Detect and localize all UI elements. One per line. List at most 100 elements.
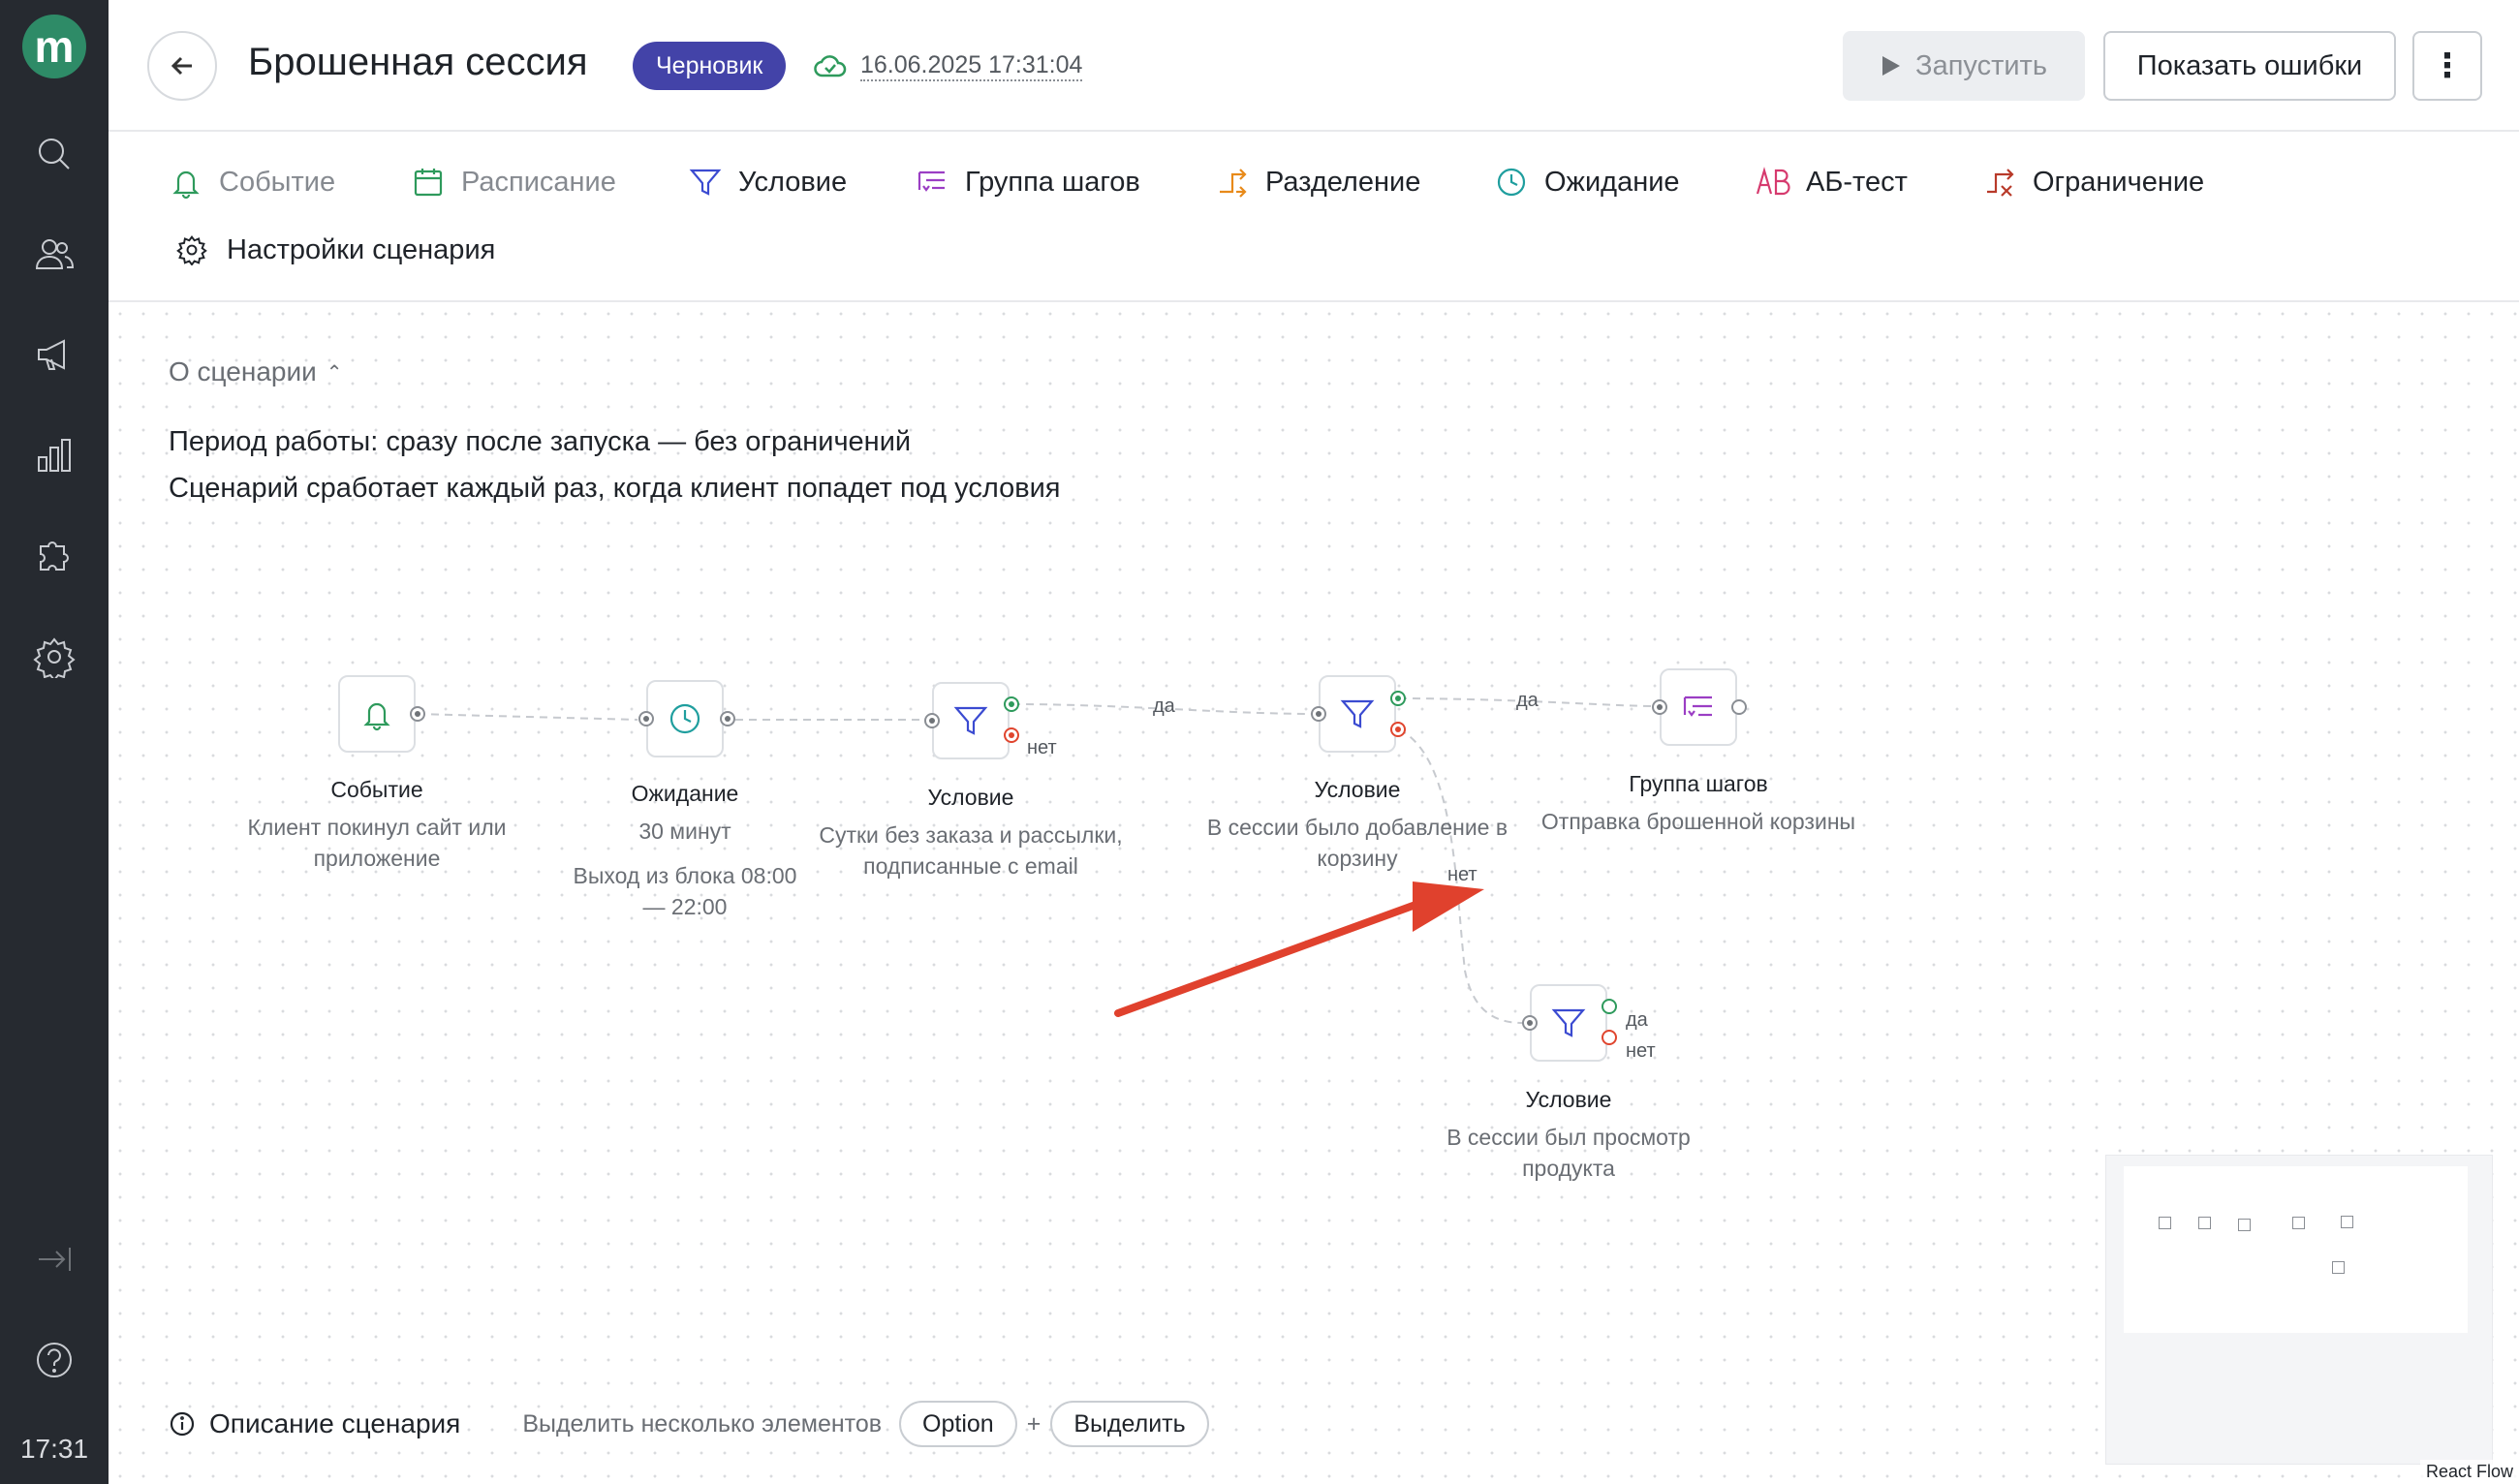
filter-icon <box>689 169 722 196</box>
node-condition-1-no-handle[interactable] <box>1004 727 1019 743</box>
show-errors-button[interactable]: Показать ошибки <box>2103 31 2396 101</box>
tool-schedule-label: Расписание <box>461 166 616 198</box>
filter-icon <box>1340 699 1375 728</box>
minimap-node <box>2341 1216 2353 1228</box>
node-condition-3-yes-label: да <box>1626 1009 1648 1031</box>
tool-event[interactable]: Событие <box>169 161 335 203</box>
run-button-label: Запустить <box>1915 49 2047 81</box>
header: Брошенная сессия Черновик 16.06.2025 17:… <box>109 0 2519 132</box>
tool-ab-test-label: АБ-тест <box>1806 166 1908 198</box>
more-menu-button[interactable]: ⋮ <box>2412 31 2482 101</box>
megaphone-icon[interactable] <box>29 329 79 380</box>
node-condition-3-title: Условие <box>1525 1087 1612 1112</box>
node-step-group-title: Группа шагов <box>1629 771 1768 796</box>
minimap-node <box>2332 1261 2345 1274</box>
minimap-viewport[interactable] <box>2124 1166 2468 1333</box>
back-button[interactable] <box>147 31 217 101</box>
node-condition-1-yes-handle[interactable] <box>1004 696 1019 712</box>
node-condition-3-input-handle[interactable] <box>1522 1015 1538 1031</box>
integrations-icon[interactable] <box>29 531 79 581</box>
search-icon[interactable] <box>29 129 79 179</box>
play-icon <box>1882 56 1901 76</box>
clock-icon <box>1497 168 1526 197</box>
node-wait[interactable] <box>646 680 724 757</box>
tool-split-label: Разделение <box>1265 166 1421 198</box>
minimap-node <box>2198 1217 2211 1229</box>
node-condition-2-yes-handle[interactable] <box>1390 691 1406 706</box>
node-wait-input-handle[interactable] <box>638 711 654 727</box>
collapse-icon[interactable] <box>29 1234 79 1284</box>
node-condition-2-title: Условие <box>1314 777 1401 802</box>
flow-canvas[interactable]: О сценарии ⌃ Период работы: сразу после … <box>109 302 2519 1484</box>
tool-ab-test[interactable]: АБ-тест <box>1756 161 1908 203</box>
scenario-description-label: Описание сценария <box>209 1408 461 1438</box>
node-condition-1[interactable] <box>932 682 1010 759</box>
tool-condition[interactable]: Условие <box>688 161 847 203</box>
node-condition-2-description: В сессии было добавление в корзину <box>1206 815 1508 871</box>
tool-wait[interactable]: Ожидание <box>1494 161 1680 203</box>
node-condition-2-no-handle[interactable] <box>1390 722 1406 737</box>
edge-event-wait <box>417 713 638 721</box>
option-key: Option <box>899 1401 1017 1447</box>
bottom-bar: Описание сценария Выделить несколько эле… <box>169 1401 1209 1447</box>
node-condition-3[interactable] <box>1530 984 1607 1062</box>
node-wait-title: Ожидание <box>631 781 739 806</box>
tool-split[interactable]: Разделение <box>1215 161 1420 203</box>
step-group-icon <box>1683 696 1712 717</box>
edge-yes-label-1: да <box>1153 696 1175 717</box>
saved-timestamp[interactable]: 16.06.2025 17:31:04 <box>860 50 1083 81</box>
key-plus: + <box>1026 1409 1042 1438</box>
help-icon[interactable] <box>29 1335 79 1385</box>
analytics-icon[interactable] <box>29 430 79 480</box>
node-event-description: Клиент покинул сайт или приложение <box>247 815 507 871</box>
node-condition-3-no-handle[interactable] <box>1602 1030 1617 1045</box>
scenario-settings[interactable]: Настройки сценария <box>176 229 495 271</box>
tool-limit[interactable]: Ограничение <box>1982 161 2204 203</box>
node-event-title: Событие <box>330 777 423 802</box>
run-button[interactable]: Запустить <box>1843 31 2085 101</box>
node-step-group-input-handle[interactable] <box>1652 699 1667 715</box>
node-condition-3-yes-handle[interactable] <box>1602 999 1617 1014</box>
clock-time: 17:31 <box>19 1434 89 1464</box>
limit-icon <box>1987 169 2014 197</box>
info-icon <box>170 1411 195 1437</box>
node-wait-description: 30 минут <box>638 819 731 844</box>
edge-yes-label-2: да <box>1516 690 1539 711</box>
tool-wait-label: Ожидание <box>1544 166 1680 198</box>
react-flow-attribution[interactable]: React Flow <box>2419 1460 2519 1484</box>
node-step-group-output-handle[interactable] <box>1731 699 1747 715</box>
scenario-settings-label: Настройки сценария <box>227 233 496 265</box>
page-title: Брошенная сессия <box>248 41 588 83</box>
scenario-description-link[interactable]: Описание сценария <box>169 1408 460 1439</box>
node-condition-1-title: Условие <box>927 785 1014 810</box>
node-wait-output-handle[interactable] <box>720 711 735 727</box>
users-icon[interactable] <box>29 230 79 280</box>
settings-icon[interactable] <box>29 632 79 682</box>
node-event[interactable] <box>338 675 416 753</box>
cloud-check-icon <box>814 52 847 79</box>
tool-step-group-label: Группа шагов <box>965 166 1140 198</box>
calendar-icon <box>414 169 443 197</box>
node-step-group[interactable] <box>1660 668 1737 746</box>
gear-icon <box>176 235 207 265</box>
node-condition-2[interactable] <box>1319 675 1396 753</box>
node-condition-2-input-handle[interactable] <box>1311 706 1326 722</box>
step-group-icon <box>917 170 945 192</box>
clock-icon <box>669 703 700 734</box>
arrow-left-icon <box>171 56 192 76</box>
app-logo[interactable]: m <box>22 15 86 78</box>
status-badge: Черновик <box>633 42 787 90</box>
split-icon <box>1220 169 1247 198</box>
annotation-arrow <box>1114 881 1484 1017</box>
node-wait-exit-window: Выход из блока 08:00 — 22:00 <box>573 863 797 919</box>
node-event-output-handle[interactable] <box>410 706 425 722</box>
tool-schedule[interactable]: Расписание <box>411 161 616 203</box>
block-toolbar: Событие Расписание Условие Группа шагов … <box>109 132 2519 302</box>
node-condition-1-input-handle[interactable] <box>924 713 940 728</box>
tool-event-label: Событие <box>219 166 336 198</box>
select-key: Выделить <box>1050 1401 1209 1447</box>
sidebar: m 17:31 <box>0 0 109 1484</box>
node-condition-3-no-label: нет <box>1626 1040 1656 1062</box>
tool-step-group[interactable]: Группа шагов <box>915 161 1140 203</box>
filter-icon <box>953 706 988 735</box>
